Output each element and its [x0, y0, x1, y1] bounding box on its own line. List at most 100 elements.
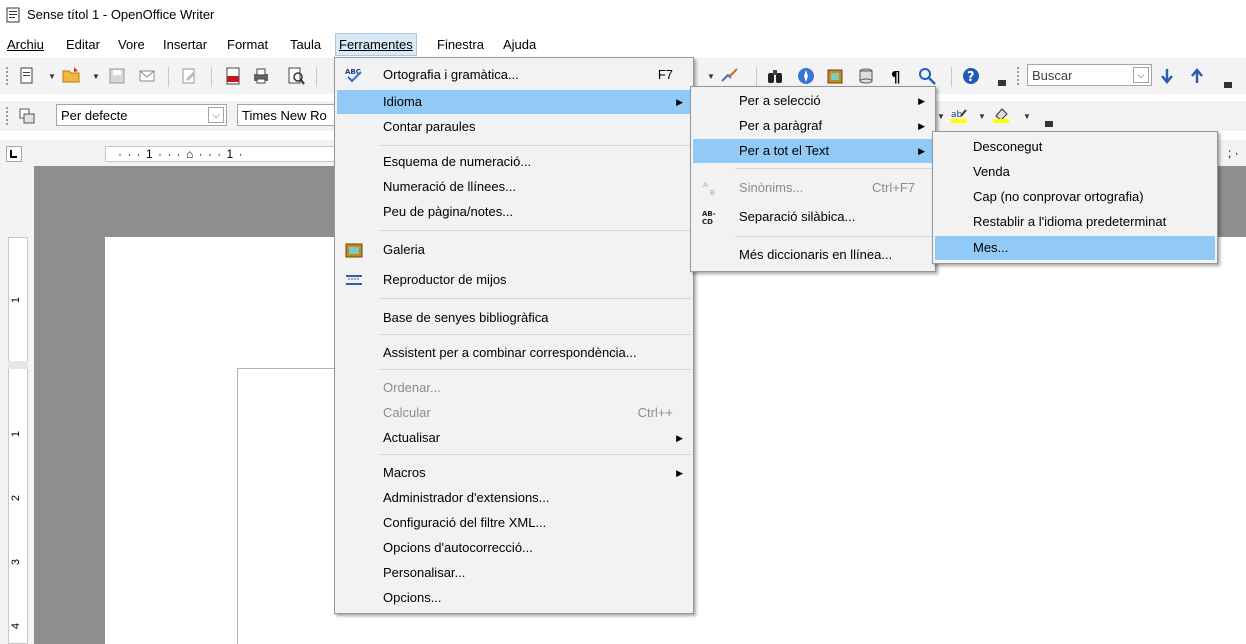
menu-item-reset-language[interactable]: Restablir a l'idioma predeterminat	[935, 210, 1215, 234]
zoom-icon[interactable]	[918, 67, 936, 85]
find-replace-icon[interactable]	[766, 67, 784, 85]
menu-item-unknown[interactable]: Desconegut	[935, 135, 1215, 159]
submenu-arrow-icon: ▶	[918, 121, 925, 131]
menu-item-no-spellcheck[interactable]: Cap (no conprovar ortografia)	[935, 185, 1215, 209]
svg-text:B: B	[710, 189, 715, 196]
menu-item-bibliography[interactable]: Base de senyes bibliogràfica	[337, 306, 691, 330]
font-name-combobox[interactable]: Times New Ro	[237, 104, 347, 126]
paragraph-style-combobox[interactable]: Per defecte ⌵	[56, 104, 227, 126]
menu-item-autocorrect[interactable]: Opcions d'autocorrecció...	[337, 536, 691, 560]
menu-separator	[379, 334, 691, 335]
ruler-number: 2	[10, 494, 23, 502]
search-overflow-icon[interactable]	[1224, 82, 1232, 88]
open-folder-icon[interactable]	[62, 66, 80, 84]
print-preview-icon[interactable]	[287, 67, 305, 85]
help-icon[interactable]: ?	[962, 67, 980, 85]
highlight-dropdown-prefix-icon[interactable]: ▼	[937, 112, 945, 121]
menu-archiu[interactable]: Archiu	[4, 34, 47, 55]
svg-text:AB-: AB-	[702, 210, 716, 218]
menu-item-more-languages[interactable]: Mes...	[935, 236, 1215, 260]
menu-item-for-selection[interactable]: Per a selecció ▶	[693, 89, 933, 113]
datasources-icon[interactable]	[857, 67, 875, 85]
menu-item-more-dictionaries[interactable]: Més diccionaris en llínea...	[693, 243, 933, 267]
menu-vore[interactable]: Vore	[115, 34, 148, 55]
menu-taula[interactable]: Taula	[287, 34, 324, 55]
tab-stop-selector[interactable]	[6, 146, 22, 162]
toolbar-grip[interactable]	[6, 107, 10, 125]
menu-item-options[interactable]: Opcions...	[337, 586, 691, 610]
autospellcheck-icon[interactable]	[720, 67, 738, 85]
formatting-marks-icon[interactable]: ¶	[888, 67, 906, 85]
toolbar-separator	[168, 67, 169, 87]
menu-finestra[interactable]: Finestra	[434, 34, 487, 55]
highlighting-icon[interactable]: ab	[950, 106, 968, 124]
toolbar-overflow-icon[interactable]	[998, 80, 1006, 86]
menu-ajuda[interactable]: Ajuda	[500, 34, 539, 55]
menu-separator	[379, 230, 691, 231]
search-dropdown-button[interactable]: ⌵	[1133, 67, 1149, 83]
menu-item-language[interactable]: Idioma ▶	[337, 90, 691, 114]
submenu-arrow-icon: ▶	[676, 468, 683, 478]
horizontal-ruler-scale[interactable]: · · · 1 · · · ⌂ · · · 1 ·	[105, 146, 345, 162]
vertical-ruler-scale[interactable]: 1 1 2 3 4	[8, 237, 28, 644]
new-dropdown-icon[interactable]: ▼	[48, 72, 56, 81]
highlighting-dropdown-icon[interactable]: ▼	[978, 112, 986, 121]
svg-text:CD: CD	[702, 218, 713, 225]
menu-item-media-player[interactable]: Reproductor de mijos	[337, 268, 691, 292]
menu-item-line-numbering[interactable]: Numeració de llínees...	[337, 175, 691, 199]
menu-item-footnotes[interactable]: Peu de pàgina/notes...	[337, 200, 691, 224]
toolbar-grip[interactable]	[1017, 67, 1021, 85]
menu-format[interactable]: Format	[224, 34, 271, 55]
open-dropdown-icon[interactable]: ▼	[92, 72, 100, 81]
search-combobox[interactable]: Buscar ⌵	[1027, 64, 1152, 86]
toolbar-separator	[211, 67, 212, 87]
gallery-toolbar-icon[interactable]	[826, 67, 844, 85]
background-color-dropdown-icon[interactable]: ▼	[1023, 112, 1031, 121]
menu-item-gallery[interactable]: Galeria	[337, 238, 691, 262]
find-previous-icon[interactable]	[1188, 67, 1206, 85]
menu-item-update[interactable]: Actualisar ▶	[337, 426, 691, 450]
spell-dropdown-icon[interactable]: ▼	[707, 72, 715, 81]
menu-separator	[379, 369, 691, 370]
hyphenation-icon: AB-CD	[702, 210, 716, 225]
menu-item-venda[interactable]: Venda	[935, 160, 1215, 184]
background-color-icon[interactable]	[992, 106, 1010, 124]
menu-item-mail-merge[interactable]: Assistent per a combinar correspondència…	[337, 341, 691, 365]
menu-item-macros[interactable]: Macros ▶	[337, 461, 691, 485]
spellcheck-icon: ABC	[345, 68, 362, 83]
menu-item-for-paragraph[interactable]: Per a paràgraf ▶	[693, 114, 933, 138]
toolbar-grip[interactable]	[6, 67, 10, 85]
print-icon[interactable]	[252, 67, 270, 85]
submenu-arrow-icon: ▶	[676, 433, 683, 443]
styles-icon[interactable]	[18, 107, 36, 125]
save-icon[interactable]	[108, 67, 126, 85]
menu-item-customize[interactable]: Personalisar...	[337, 561, 691, 585]
menu-item-hyphenation[interactable]: AB- CD Separació silàbica...	[693, 205, 933, 229]
menu-item-xml-filter[interactable]: Configuració del filtre XML...	[337, 511, 691, 535]
email-icon[interactable]	[138, 67, 156, 85]
paragraph-style-dropdown[interactable]: ⌵	[208, 107, 224, 123]
menu-item-extension-manager[interactable]: Administrador d'extensions...	[337, 486, 691, 510]
edit-file-icon[interactable]	[180, 67, 198, 85]
menu-bar: Archiu Editar Vore Insertar Format Taula…	[0, 32, 1246, 56]
find-next-icon[interactable]	[1158, 67, 1176, 85]
export-pdf-icon[interactable]	[224, 67, 242, 85]
window-title: Sense títol 1 - OpenOffice Writer	[27, 7, 215, 22]
menu-insertar[interactable]: Insertar	[160, 34, 210, 55]
menu-item-outline-numbering[interactable]: Esquema de numeració...	[337, 150, 691, 174]
media-player-icon	[346, 275, 362, 285]
menu-separator	[379, 298, 691, 299]
ruler-number: 1	[10, 296, 23, 304]
menu-item-for-all-text[interactable]: Per a tot el Text ▶	[693, 139, 933, 163]
menu-item-spelling[interactable]: ABC Ortografia i gramàtica... F7	[337, 63, 691, 87]
formatting-overflow-icon[interactable]	[1045, 121, 1053, 127]
search-input[interactable]: Buscar	[1032, 68, 1072, 83]
menu-item-calculate: Calcular Ctrl++	[383, 405, 673, 420]
toolbar-separator	[951, 67, 952, 87]
menu-item-word-count[interactable]: Contar paraules	[337, 115, 691, 139]
menu-editar[interactable]: Editar	[63, 34, 103, 55]
menu-ferramentes[interactable]: Ferramentes	[335, 33, 417, 56]
toolbar-separator	[316, 67, 317, 87]
navigator-icon[interactable]	[797, 67, 815, 85]
new-document-icon[interactable]	[18, 67, 36, 85]
